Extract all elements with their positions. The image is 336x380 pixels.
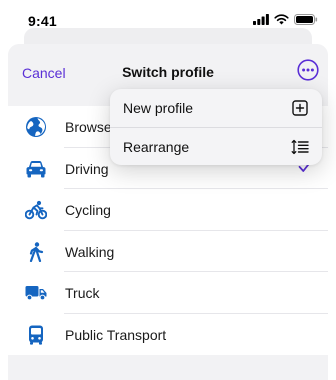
menu-item-new-profile[interactable]: New profile [110, 89, 322, 127]
bicycle-icon [25, 199, 47, 221]
profile-row-cycling[interactable]: Cycling [8, 189, 328, 231]
profile-label: Browse [65, 119, 112, 135]
wifi-icon [274, 14, 289, 25]
profile-row-walking[interactable]: Walking [8, 231, 328, 272]
signal-icon [253, 14, 269, 25]
profile-label: Driving [65, 160, 109, 177]
plus-square-icon [292, 100, 308, 116]
context-menu: New profile Rearrange [110, 89, 322, 165]
menu-item-rearrange[interactable]: Rearrange [110, 128, 322, 165]
battery-icon [294, 14, 318, 25]
menu-item-label: New profile [123, 100, 194, 116]
profile-label: Walking [65, 243, 115, 260]
profile-row-truck[interactable]: Truck [8, 272, 328, 314]
profile-label: Truck [65, 285, 100, 301]
walking-icon [25, 241, 47, 263]
bus-icon [25, 324, 47, 346]
sort-list-icon [291, 139, 309, 155]
truck-icon [25, 282, 47, 304]
profile-row-public-transport[interactable]: Public Transport [8, 314, 328, 356]
car-icon [25, 158, 47, 180]
globe-icon [25, 116, 47, 138]
status-time: 9:41 [28, 13, 57, 29]
page-title: Switch profile [122, 64, 214, 80]
profile-label: Public Transport [65, 326, 167, 343]
profile-label: Cycling [65, 202, 111, 218]
status-icons [253, 14, 318, 25]
ellipsis-circle-icon[interactable] [297, 59, 319, 81]
menu-item-label: Rearrange [123, 139, 190, 155]
